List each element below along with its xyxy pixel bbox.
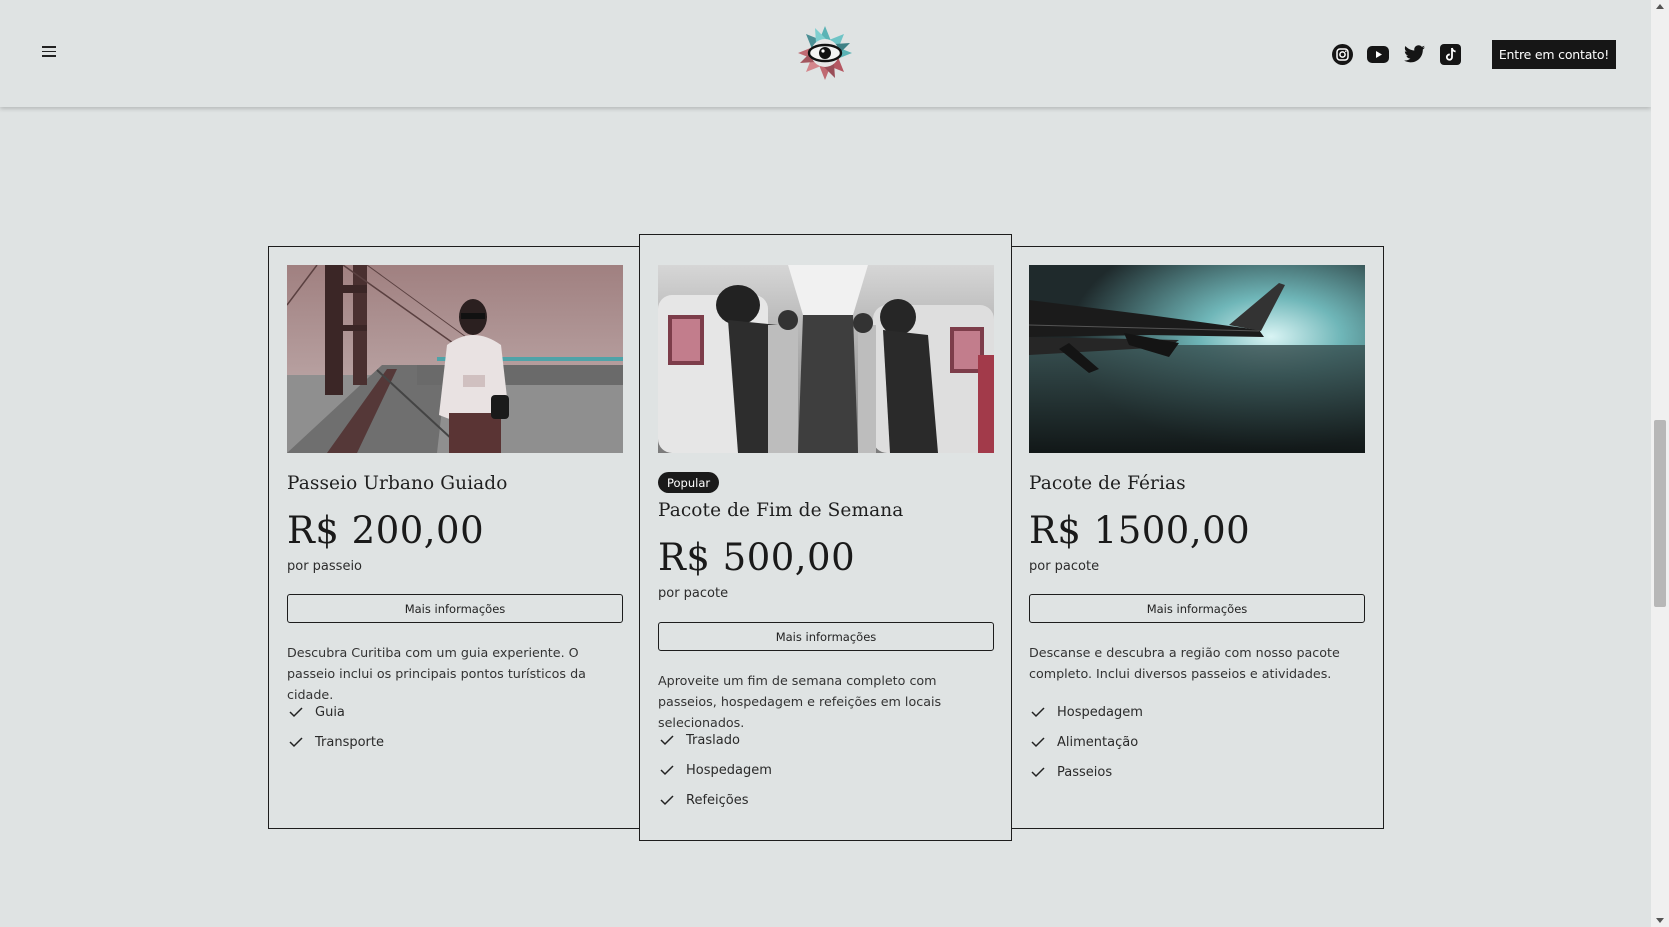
twitter-icon[interactable]	[1402, 42, 1426, 66]
feature-label: Transporte	[315, 734, 384, 750]
feature-item: Passeios	[1029, 757, 1143, 787]
feature-item: Hospedagem	[1029, 697, 1143, 727]
check-icon	[289, 737, 303, 748]
feature-item: Refeições	[658, 785, 772, 815]
card-photo-airplane-wing	[1029, 265, 1365, 453]
card-photo-bridge	[287, 265, 623, 453]
card-price-unit: por pacote	[1029, 559, 1100, 574]
check-icon	[1031, 767, 1045, 778]
card-price-unit: por pacote	[658, 586, 729, 601]
more-info-button[interactable]: Mais informações	[287, 594, 623, 623]
popular-badge: Popular	[658, 472, 720, 493]
feature-label: Traslado	[686, 732, 740, 748]
check-icon	[660, 765, 674, 776]
pricing-card-urban-tour: Passeio Urbano Guiado R$ 200,00 por pass…	[268, 246, 641, 829]
feature-label: Guia	[315, 704, 345, 720]
feature-item: Transporte	[287, 727, 384, 757]
scroll-up-arrow-icon[interactable]	[1656, 4, 1664, 9]
card-title: Passeio Urbano Guiado	[287, 473, 508, 494]
more-info-button[interactable]: Mais informações	[658, 622, 994, 651]
check-icon	[289, 707, 303, 718]
card-description: Aproveite um fim de semana completo com …	[658, 673, 942, 730]
card-features: Guia Transporte	[287, 697, 384, 757]
social-links	[1330, 42, 1462, 66]
card-price: R$ 500,00	[658, 536, 856, 579]
youtube-icon[interactable]	[1366, 42, 1390, 66]
card-description: Descanse e descubra a região com nosso p…	[1029, 645, 1340, 681]
card-price: R$ 1500,00	[1029, 509, 1251, 552]
site-header: Entre em contato!	[0, 0, 1651, 107]
page: Entre em contato! Passeio Urbano Guiado …	[0, 0, 1651, 927]
more-info-button[interactable]: Mais informações	[1029, 594, 1365, 623]
check-icon	[1031, 737, 1045, 748]
pricing-card-vacation: Pacote de Férias R$ 1500,00 por pacote M…	[1010, 246, 1384, 829]
feature-label: Refeições	[686, 792, 749, 808]
feature-item: Alimentação	[1029, 727, 1143, 757]
feature-label: Hospedagem	[1057, 704, 1143, 720]
card-features: Traslado Hospedagem Refeições	[658, 725, 772, 815]
check-icon	[1031, 707, 1045, 718]
feature-label: Alimentação	[1057, 734, 1139, 750]
card-description: Descubra Curitiba com um guia experiente…	[287, 645, 586, 702]
contact-button[interactable]: Entre em contato!	[1492, 40, 1616, 69]
scrollbar-thumb[interactable]	[1654, 420, 1666, 607]
hamburger-menu-icon[interactable]	[42, 46, 56, 58]
check-icon	[660, 735, 674, 746]
pricing-card-weekend: Popular Pacote de Fim de Semana R$ 500,0…	[639, 234, 1012, 841]
instagram-icon[interactable]	[1330, 42, 1354, 66]
feature-item: Traslado	[658, 725, 772, 755]
check-icon	[660, 795, 674, 806]
card-title: Pacote de Fim de Semana	[658, 500, 904, 521]
card-price-unit: por passeio	[287, 559, 363, 574]
card-title: Pacote de Férias	[1029, 473, 1186, 494]
vertical-scrollbar[interactable]	[1651, 0, 1669, 927]
tiktok-icon[interactable]	[1438, 42, 1462, 66]
feature-item: Guia	[287, 697, 384, 727]
card-photo-airplane-cabin	[658, 265, 994, 453]
feature-label: Hospedagem	[686, 762, 772, 778]
feature-item: Hospedagem	[658, 755, 772, 785]
eye-logo-icon[interactable]	[797, 25, 853, 81]
scroll-down-arrow-icon[interactable]	[1656, 918, 1664, 923]
feature-label: Passeios	[1057, 764, 1113, 780]
card-features: Hospedagem Alimentação Passeios	[1029, 697, 1143, 787]
card-price: R$ 200,00	[287, 509, 485, 552]
